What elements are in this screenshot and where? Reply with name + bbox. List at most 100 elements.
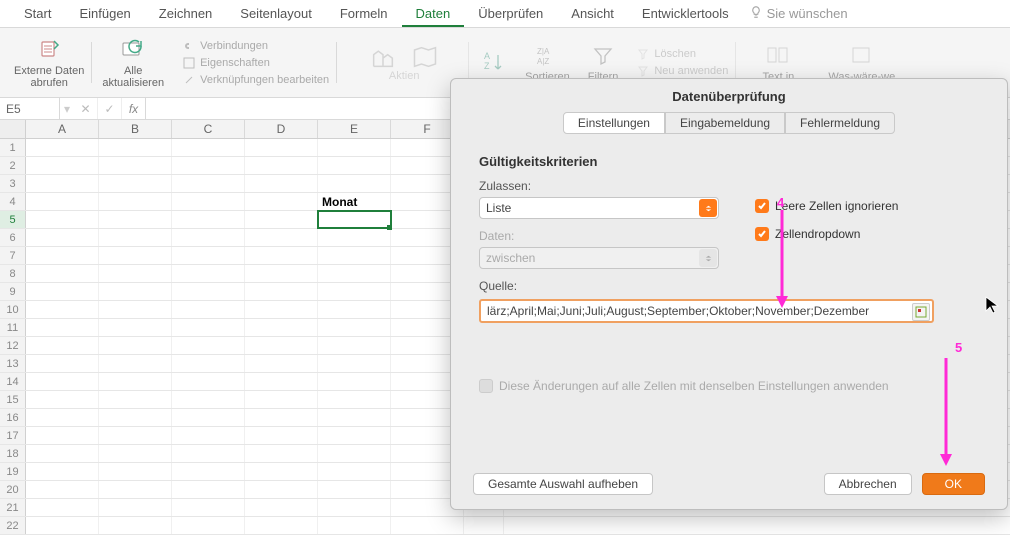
cell[interactable] — [26, 139, 99, 156]
cell[interactable] — [99, 319, 172, 336]
cancel-button[interactable]: Abbrechen — [824, 473, 912, 495]
row-header[interactable]: 9 — [0, 283, 26, 300]
cell[interactable] — [245, 391, 318, 408]
row-header[interactable]: 7 — [0, 247, 26, 264]
cell[interactable] — [99, 265, 172, 282]
cell[interactable] — [318, 427, 391, 444]
cell[interactable] — [245, 517, 318, 534]
cell[interactable] — [245, 427, 318, 444]
cell[interactable] — [245, 301, 318, 318]
row-header[interactable]: 6 — [0, 229, 26, 246]
reapply-button[interactable]: Neu anwenden — [636, 64, 728, 78]
cell[interactable] — [245, 247, 318, 264]
cell[interactable] — [26, 373, 99, 390]
row-header[interactable]: 17 — [0, 427, 26, 444]
row-header[interactable]: 13 — [0, 355, 26, 372]
cell[interactable] — [99, 229, 172, 246]
cell[interactable] — [99, 283, 172, 300]
cell[interactable] — [99, 427, 172, 444]
cell[interactable] — [318, 229, 391, 246]
cell[interactable] — [318, 175, 391, 192]
external-data-button[interactable]: Externe Daten abrufen — [14, 37, 84, 89]
allow-select[interactable]: Liste — [479, 197, 719, 219]
cell[interactable] — [26, 517, 99, 534]
edit-links-button[interactable]: Verknüpfungen bearbeiten — [182, 73, 329, 87]
cell[interactable] — [172, 247, 245, 264]
tab-draw[interactable]: Zeichnen — [145, 0, 226, 27]
cell[interactable] — [172, 319, 245, 336]
ok-button[interactable]: OK — [922, 473, 985, 495]
cell[interactable] — [99, 373, 172, 390]
cell[interactable] — [318, 445, 391, 462]
cell[interactable] — [172, 283, 245, 300]
row-header[interactable]: 5 — [0, 211, 26, 228]
tab-review[interactable]: Überprüfen — [464, 0, 557, 27]
cell[interactable] — [26, 463, 99, 480]
range-picker-button[interactable] — [912, 303, 930, 321]
col-header-c[interactable]: C — [172, 120, 245, 138]
tab-start[interactable]: Start — [10, 0, 65, 27]
cell[interactable]: Monat — [318, 193, 391, 210]
row-header[interactable]: 15 — [0, 391, 26, 408]
cell[interactable] — [318, 481, 391, 498]
tell-me[interactable]: Sie wünschen — [743, 5, 848, 22]
cell[interactable] — [318, 409, 391, 426]
cell[interactable] — [172, 445, 245, 462]
cell[interactable] — [172, 355, 245, 372]
cell[interactable] — [245, 481, 318, 498]
cell[interactable] — [318, 319, 391, 336]
cell[interactable] — [318, 337, 391, 354]
tab-view[interactable]: Ansicht — [557, 0, 628, 27]
cell[interactable] — [318, 211, 391, 228]
clear-filter-button[interactable]: Löschen — [636, 47, 728, 61]
cell[interactable] — [26, 265, 99, 282]
cell[interactable] — [99, 499, 172, 516]
cell[interactable] — [99, 517, 172, 534]
col-header-d[interactable]: D — [245, 120, 318, 138]
cell[interactable] — [318, 265, 391, 282]
cell[interactable] — [26, 427, 99, 444]
cell[interactable] — [245, 283, 318, 300]
sort-asc-button[interactable]: AZ — [479, 50, 507, 76]
cell[interactable] — [172, 139, 245, 156]
cell[interactable] — [99, 301, 172, 318]
cell[interactable] — [245, 157, 318, 174]
cell[interactable] — [172, 301, 245, 318]
cell[interactable] — [318, 463, 391, 480]
cell[interactable] — [26, 337, 99, 354]
cell[interactable] — [99, 463, 172, 480]
cell[interactable] — [172, 229, 245, 246]
dialog-tab-input-message[interactable]: Eingabemeldung — [665, 112, 785, 134]
cell[interactable] — [99, 175, 172, 192]
cell[interactable] — [26, 157, 99, 174]
dialog-tab-settings[interactable]: Einstellungen — [563, 112, 665, 134]
cell[interactable] — [26, 481, 99, 498]
cell[interactable] — [172, 391, 245, 408]
cell[interactable] — [318, 373, 391, 390]
cell[interactable] — [99, 409, 172, 426]
row-header[interactable]: 4 — [0, 193, 26, 210]
cell[interactable] — [318, 157, 391, 174]
cell[interactable] — [464, 517, 504, 534]
cell[interactable] — [245, 193, 318, 210]
refresh-all-button[interactable]: Alle aktualisieren — [102, 37, 164, 89]
cell[interactable] — [318, 247, 391, 264]
cell[interactable] — [318, 139, 391, 156]
cell[interactable] — [99, 193, 172, 210]
filter-button[interactable]: Filtern — [588, 43, 619, 83]
cell[interactable] — [172, 481, 245, 498]
fx-button[interactable]: fx — [122, 98, 146, 119]
col-header-a[interactable]: A — [26, 120, 99, 138]
row-header[interactable]: 19 — [0, 463, 26, 480]
cell[interactable] — [245, 337, 318, 354]
cell[interactable] — [245, 229, 318, 246]
cell[interactable] — [245, 463, 318, 480]
cell[interactable] — [26, 283, 99, 300]
tab-data[interactable]: Daten — [402, 0, 465, 27]
cell[interactable] — [245, 211, 318, 228]
cell[interactable] — [245, 409, 318, 426]
row-header[interactable]: 3 — [0, 175, 26, 192]
name-box[interactable]: E5 — [0, 98, 60, 119]
cell[interactable] — [318, 391, 391, 408]
cell[interactable] — [99, 247, 172, 264]
